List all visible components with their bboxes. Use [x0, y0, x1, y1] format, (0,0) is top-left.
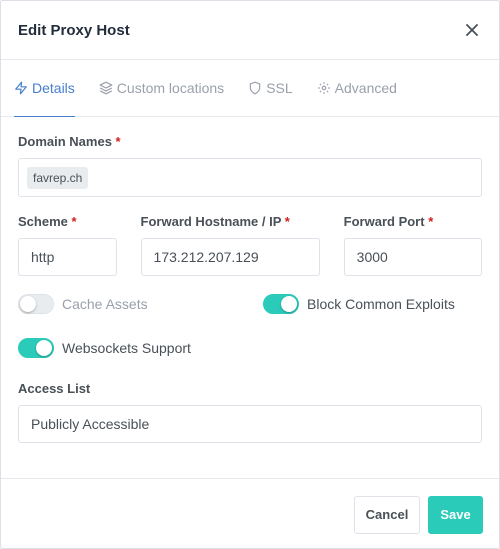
scheme-label-text: Scheme — [18, 214, 68, 229]
tab-label: Advanced — [334, 80, 397, 96]
gear-icon — [317, 82, 330, 94]
domain-names-label: Domain Names * — [18, 134, 482, 149]
block-exploits-toggle[interactable]: Block Common Exploits — [263, 294, 455, 314]
forward-host-input[interactable]: 173.212.207.129 — [140, 238, 320, 276]
cache-assets-toggle[interactable]: Cache Assets — [18, 294, 263, 314]
domain-names-label-text: Domain Names — [18, 134, 112, 149]
forward-port-label-text: Forward Port — [343, 214, 425, 229]
shield-icon — [249, 81, 261, 95]
tab-ssl[interactable]: SSL — [248, 60, 293, 116]
close-button[interactable] — [462, 20, 482, 40]
forward-host-label: Forward Hostname / IP * — [141, 214, 320, 229]
bolt-icon — [15, 81, 27, 95]
edit-proxy-host-modal: Edit Proxy Host Details Custom locations… — [0, 0, 500, 549]
websockets-switch[interactable] — [18, 338, 54, 358]
access-list-select[interactable]: Publicly Accessible — [18, 405, 482, 443]
toggle-row-1: Cache Assets Block Common Exploits — [18, 294, 482, 314]
toggle-row-2: Websockets Support — [18, 338, 482, 358]
tab-details[interactable]: Details — [14, 60, 75, 117]
block-exploits-switch[interactable] — [263, 294, 299, 314]
modal-title: Edit Proxy Host — [18, 21, 130, 39]
modal-header: Edit Proxy Host — [1, 1, 499, 60]
save-button[interactable]: Save — [428, 495, 483, 534]
toggle-section: Cache Assets Block Common Exploits Webso… — [18, 294, 482, 358]
layers-icon — [99, 81, 113, 95]
forward-port-label: Forward Port * — [344, 214, 482, 229]
required-mark: * — [71, 214, 77, 229]
tab-label: SSL — [266, 80, 293, 96]
websockets-toggle[interactable]: Websockets Support — [18, 338, 191, 358]
required-mark: * — [284, 214, 290, 229]
required-mark: * — [428, 214, 434, 229]
cache-assets-label: Cache Assets — [62, 296, 148, 312]
tab-label: Custom locations — [116, 80, 225, 96]
tab-advanced[interactable]: Advanced — [317, 60, 397, 116]
scheme-label: Scheme * — [18, 214, 117, 229]
forward-port-group: Forward Port * 3000 — [343, 214, 482, 276]
domain-chip[interactable]: favrep.ch — [27, 166, 89, 189]
domain-names-input[interactable]: favrep.ch — [18, 158, 482, 197]
scheme-input[interactable]: http — [18, 238, 117, 276]
modal-footer: Cancel Save — [1, 478, 499, 548]
access-list-group: Access List Publicly Accessible — [18, 381, 482, 443]
close-icon — [466, 24, 478, 36]
websockets-label: Websockets Support — [62, 340, 191, 356]
forward-host-label-text: Forward Hostname / IP — [140, 214, 282, 229]
block-exploits-label: Block Common Exploits — [307, 296, 455, 312]
forward-port-input[interactable]: 3000 — [343, 238, 482, 276]
forward-row: Scheme * http Forward Hostname / IP * 17… — [18, 214, 482, 276]
scheme-group: Scheme * http — [18, 214, 117, 276]
tab-custom-locations[interactable]: Custom locations — [99, 60, 224, 116]
required-mark: * — [115, 134, 121, 149]
cache-assets-switch[interactable] — [18, 294, 54, 314]
access-list-label: Access List — [18, 381, 91, 396]
tab-label: Details — [32, 80, 75, 96]
tab-bar: Details Custom locations SSL Advanced — [1, 60, 499, 117]
cancel-button[interactable]: Cancel — [354, 495, 420, 534]
form-body: Domain Names * favrep.ch Scheme * http F… — [1, 117, 499, 443]
forward-host-group: Forward Hostname / IP * 173.212.207.129 — [140, 214, 320, 276]
